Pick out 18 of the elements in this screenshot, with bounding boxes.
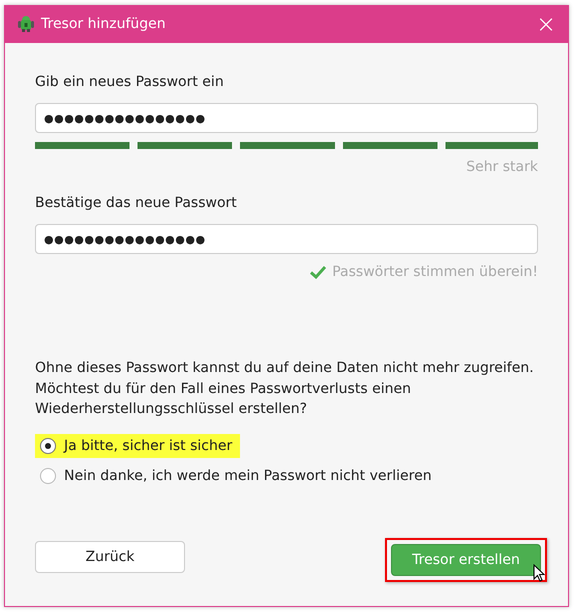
radio-option[interactable]: Ja bitte, sicher ist sicher	[35, 434, 240, 458]
radio-button[interactable]	[40, 438, 56, 454]
radio-option[interactable]: Nein danke, ich werde mein Passwort nicht verlieren	[35, 464, 440, 488]
cursor-icon	[533, 564, 545, 582]
field-label: Bestätige das neue Passwort	[35, 195, 238, 213]
window-title: Tresor hinzufügen	[41, 16, 167, 32]
question-text: Ohne dieses Passwort kannst du auf deine Daten nicht mehr zugreifen. Möchtest du für den Fall eines Passwortverlusts einen Wiederherstellungsschlüssel erstellen?	[35, 359, 535, 419]
field-label: Gib ein neues Passwort ein	[35, 74, 225, 92]
password-field[interactable]: ●●●●●●●●●●●●●●●●	[35, 224, 538, 254]
radio-button[interactable]	[40, 468, 56, 484]
strength-text: Sehr stark	[466, 159, 538, 175]
password-field[interactable]: ●●●●●●●●●●●●●●●●	[35, 103, 538, 133]
close-button[interactable]: ×	[524, 5, 568, 43]
match-text: Passwörter stimmen überein!	[332, 264, 538, 280]
option-label: Nein danke, ich werde mein Passwort nicht verlieren	[64, 468, 432, 484]
option-label: Ja bitte, sicher ist sicher	[64, 438, 232, 454]
back-button[interactable]: Zurück	[35, 541, 185, 573]
robot-icon	[17, 15, 35, 33]
